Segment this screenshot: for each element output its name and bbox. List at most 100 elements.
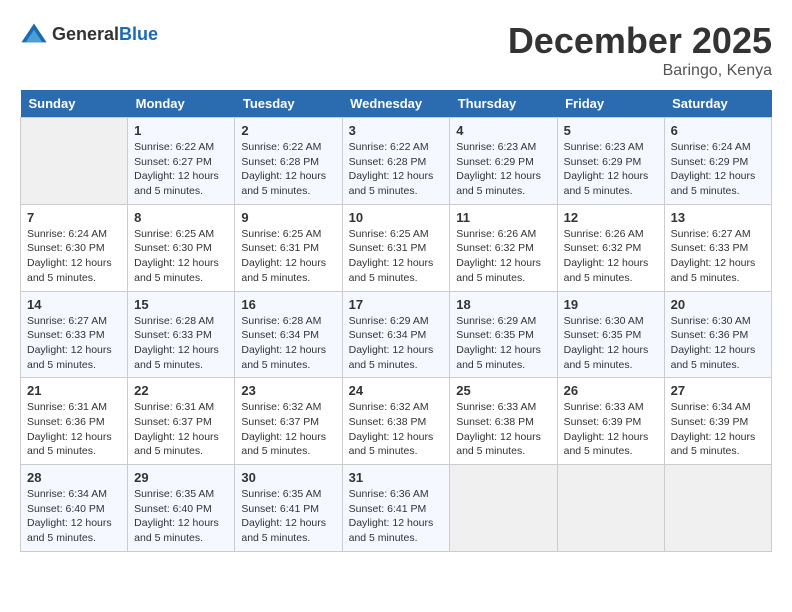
day-number: 27 [671,383,765,398]
day-number: 18 [456,297,550,312]
calendar-cell: 24 Sunrise: 6:32 AM Sunset: 6:38 PM Dayli… [342,378,450,465]
calendar-cell: 31 Sunrise: 6:36 AM Sunset: 6:41 PM Dayli… [342,465,450,552]
day-info: Sunrise: 6:25 AM Sunset: 6:31 PM Dayligh… [349,227,444,286]
day-info: Sunrise: 6:33 AM Sunset: 6:38 PM Dayligh… [456,400,550,459]
day-number: 17 [349,297,444,312]
day-info: Sunrise: 6:22 AM Sunset: 6:28 PM Dayligh… [349,140,444,199]
day-number: 10 [349,210,444,225]
day-number: 21 [27,383,121,398]
day-number: 26 [564,383,658,398]
calendar-cell: 10 Sunrise: 6:25 AM Sunset: 6:31 PM Dayli… [342,204,450,291]
day-number: 16 [241,297,335,312]
calendar-cell: 11 Sunrise: 6:26 AM Sunset: 6:32 PM Dayli… [450,204,557,291]
calendar-cell: 16 Sunrise: 6:28 AM Sunset: 6:34 PM Dayli… [235,291,342,378]
day-number: 11 [456,210,550,225]
day-info: Sunrise: 6:28 AM Sunset: 6:34 PM Dayligh… [241,314,335,373]
location-title: Baringo, Kenya [508,62,772,80]
day-info: Sunrise: 6:30 AM Sunset: 6:36 PM Dayligh… [671,314,765,373]
logo-icon [20,20,48,48]
calendar-week-row: 1 Sunrise: 6:22 AM Sunset: 6:27 PM Daylig… [21,118,772,205]
day-info: Sunrise: 6:28 AM Sunset: 6:33 PM Dayligh… [134,314,228,373]
calendar-cell [450,465,557,552]
calendar-week-row: 21 Sunrise: 6:31 AM Sunset: 6:36 PM Dayli… [21,378,772,465]
day-number: 4 [456,123,550,138]
day-info: Sunrise: 6:32 AM Sunset: 6:37 PM Dayligh… [241,400,335,459]
logo-text-blue: Blue [119,24,158,44]
day-number: 14 [27,297,121,312]
day-number: 31 [349,470,444,485]
calendar-cell: 21 Sunrise: 6:31 AM Sunset: 6:36 PM Dayli… [21,378,128,465]
day-info: Sunrise: 6:26 AM Sunset: 6:32 PM Dayligh… [456,227,550,286]
day-info: Sunrise: 6:25 AM Sunset: 6:31 PM Dayligh… [241,227,335,286]
day-number: 24 [349,383,444,398]
day-number: 22 [134,383,228,398]
calendar-cell: 25 Sunrise: 6:33 AM Sunset: 6:38 PM Dayli… [450,378,557,465]
day-info: Sunrise: 6:34 AM Sunset: 6:39 PM Dayligh… [671,400,765,459]
calendar-week-row: 14 Sunrise: 6:27 AM Sunset: 6:33 PM Dayli… [21,291,772,378]
day-number: 19 [564,297,658,312]
day-info: Sunrise: 6:35 AM Sunset: 6:41 PM Dayligh… [241,487,335,546]
calendar-cell: 18 Sunrise: 6:29 AM Sunset: 6:35 PM Dayli… [450,291,557,378]
day-info: Sunrise: 6:27 AM Sunset: 6:33 PM Dayligh… [27,314,121,373]
calendar-cell: 23Sunrise: 6:32 AM Sunset: 6:37 PM Dayli… [235,378,342,465]
month-title: December 2025 [508,20,772,62]
calendar-cell: 6 Sunrise: 6:24 AM Sunset: 6:29 PM Daylig… [664,118,771,205]
page-header: GeneralBlue December 2025 Baringo, Kenya [20,20,772,80]
day-number: 7 [27,210,121,225]
day-info: Sunrise: 6:23 AM Sunset: 6:29 PM Dayligh… [564,140,658,199]
logo-text-general: General [52,24,119,44]
calendar-cell: 7 Sunrise: 6:24 AM Sunset: 6:30 PM Daylig… [21,204,128,291]
day-header-monday: Monday [128,90,235,118]
day-info: Sunrise: 6:27 AM Sunset: 6:33 PM Dayligh… [671,227,765,286]
calendar-cell: 26 Sunrise: 6:33 AM Sunset: 6:39 PM Dayli… [557,378,664,465]
day-info: Sunrise: 6:35 AM Sunset: 6:40 PM Dayligh… [134,487,228,546]
day-info: Sunrise: 6:30 AM Sunset: 6:35 PM Dayligh… [564,314,658,373]
calendar-cell: 20 Sunrise: 6:30 AM Sunset: 6:36 PM Dayli… [664,291,771,378]
day-number: 9 [241,210,335,225]
day-info: Sunrise: 6:22 AM Sunset: 6:28 PM Dayligh… [241,140,335,199]
day-info: Sunrise: 6:29 AM Sunset: 6:35 PM Dayligh… [456,314,550,373]
day-number: 3 [349,123,444,138]
day-header-sunday: Sunday [21,90,128,118]
day-info: Sunrise: 6:29 AM Sunset: 6:34 PM Dayligh… [349,314,444,373]
calendar-cell: 4 Sunrise: 6:23 AM Sunset: 6:29 PM Daylig… [450,118,557,205]
day-number: 2 [241,123,335,138]
day-header-thursday: Thursday [450,90,557,118]
calendar-cell: 28Sunrise: 6:34 AM Sunset: 6:40 PM Dayli… [21,465,128,552]
calendar-cell: 17 Sunrise: 6:29 AM Sunset: 6:34 PM Dayli… [342,291,450,378]
calendar-cell: 3 Sunrise: 6:22 AM Sunset: 6:28 PM Daylig… [342,118,450,205]
day-number: 15 [134,297,228,312]
day-info: Sunrise: 6:31 AM Sunset: 6:36 PM Dayligh… [27,400,121,459]
calendar-cell: 14 Sunrise: 6:27 AM Sunset: 6:33 PM Dayli… [21,291,128,378]
day-info: Sunrise: 6:33 AM Sunset: 6:39 PM Dayligh… [564,400,658,459]
day-info: Sunrise: 6:22 AM Sunset: 6:27 PM Dayligh… [134,140,228,199]
day-info: Sunrise: 6:36 AM Sunset: 6:41 PM Dayligh… [349,487,444,546]
calendar-cell [557,465,664,552]
calendar-cell: 22Sunrise: 6:31 AM Sunset: 6:37 PM Dayli… [128,378,235,465]
day-header-friday: Friday [557,90,664,118]
calendar-cell [664,465,771,552]
day-info: Sunrise: 6:23 AM Sunset: 6:29 PM Dayligh… [456,140,550,199]
calendar-cell: 5Sunrise: 6:23 AM Sunset: 6:29 PM Daylig… [557,118,664,205]
calendar-header-row: SundayMondayTuesdayWednesdayThursdayFrid… [21,90,772,118]
day-number: 1 [134,123,228,138]
day-info: Sunrise: 6:26 AM Sunset: 6:32 PM Dayligh… [564,227,658,286]
day-header-wednesday: Wednesday [342,90,450,118]
day-number: 20 [671,297,765,312]
calendar-cell: 8Sunrise: 6:25 AM Sunset: 6:30 PM Daylig… [128,204,235,291]
calendar-cell: 30Sunrise: 6:35 AM Sunset: 6:41 PM Dayli… [235,465,342,552]
day-number: 13 [671,210,765,225]
calendar-cell: 29Sunrise: 6:35 AM Sunset: 6:40 PM Dayli… [128,465,235,552]
calendar-cell: 13 Sunrise: 6:27 AM Sunset: 6:33 PM Dayli… [664,204,771,291]
day-info: Sunrise: 6:32 AM Sunset: 6:38 PM Dayligh… [349,400,444,459]
day-info: Sunrise: 6:24 AM Sunset: 6:30 PM Dayligh… [27,227,121,286]
calendar-cell: 2 Sunrise: 6:22 AM Sunset: 6:28 PM Daylig… [235,118,342,205]
day-number: 6 [671,123,765,138]
day-info: Sunrise: 6:24 AM Sunset: 6:29 PM Dayligh… [671,140,765,199]
calendar-cell: 9 Sunrise: 6:25 AM Sunset: 6:31 PM Daylig… [235,204,342,291]
calendar-table: SundayMondayTuesdayWednesdayThursdayFrid… [20,90,772,552]
day-number: 25 [456,383,550,398]
calendar-cell: 27 Sunrise: 6:34 AM Sunset: 6:39 PM Dayli… [664,378,771,465]
logo: GeneralBlue [20,20,158,48]
calendar-week-row: 28Sunrise: 6:34 AM Sunset: 6:40 PM Dayli… [21,465,772,552]
